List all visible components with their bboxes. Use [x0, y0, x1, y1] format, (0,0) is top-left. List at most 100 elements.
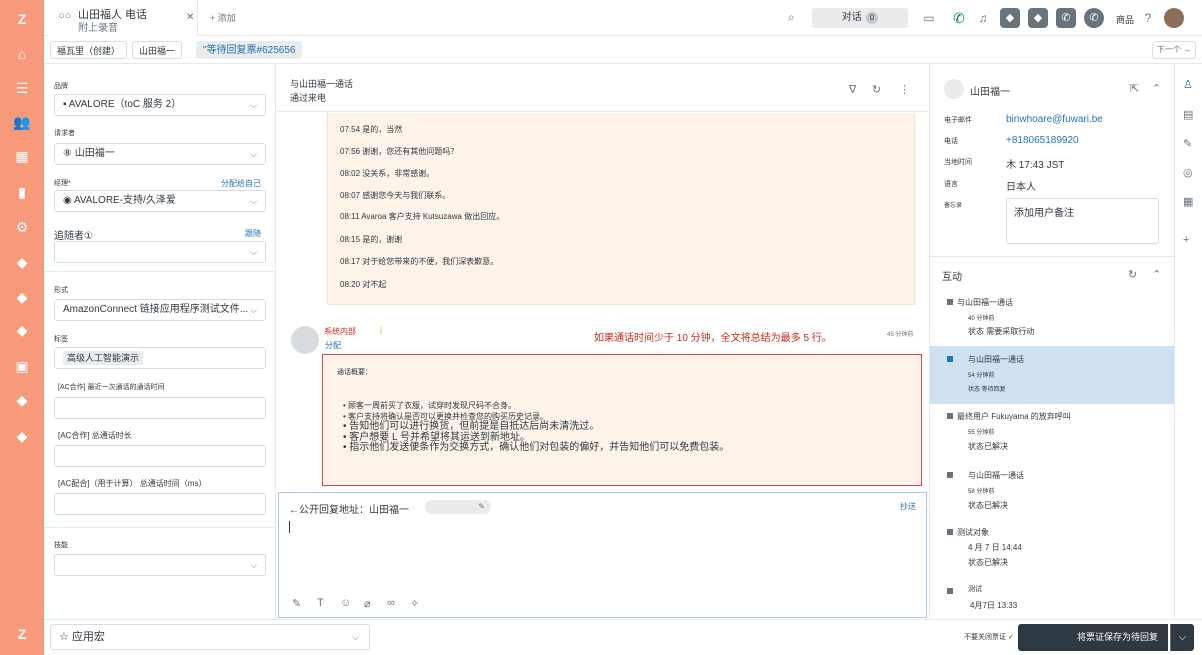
- breadcrumb-org[interactable]: 福瓦里（创建）: [50, 41, 128, 59]
- app-cube-icon[interactable]: ◆: [1000, 8, 1020, 28]
- link-icon[interactable]: ∞: [387, 597, 395, 609]
- chevron-up-icon[interactable]: ⌃: [1152, 82, 1161, 95]
- search-icon[interactable]: ⌕: [788, 10, 795, 25]
- chat-bubble-icon[interactable]: ◎: [1183, 166, 1193, 179]
- views-icon[interactable]: ☰: [13, 79, 31, 97]
- email-value[interactable]: binwhoare@fuwari.be: [1006, 114, 1103, 125]
- app-cube-icon[interactable]: ◆: [13, 427, 31, 445]
- phone-call-icon[interactable]: ✆: [950, 9, 968, 27]
- close-icon[interactable]: ✕: [186, 12, 194, 23]
- user-name[interactable]: 山田福一: [970, 83, 1010, 98]
- avatar: [291, 326, 319, 354]
- last-call-input[interactable]: [54, 397, 266, 419]
- breadcrumb-ticket[interactable]: "等待回复票#625656: [196, 41, 303, 59]
- user-avatar[interactable]: [1164, 8, 1184, 28]
- pin-icon[interactable]: ✎: [1183, 137, 1192, 150]
- notifications-bell-icon[interactable]: ♫: [974, 9, 992, 27]
- assignee-value: AVALORE-支持/久泽爱: [73, 195, 176, 206]
- submit-options-chevron-icon[interactable]: ⌵: [1170, 624, 1194, 651]
- interaction-item[interactable]: 与山田福一通话 58 分钟前 状态已解决: [930, 462, 1175, 520]
- reply-editor[interactable]: ←公开回复地址：山田福一 ✎ 抄送 ✎ T ☺ ⌀ ∞ ✧: [278, 492, 927, 618]
- phone-value[interactable]: +818065189920: [1006, 135, 1079, 146]
- chat-icon[interactable]: ▭: [920, 9, 938, 27]
- interaction-title: 测试对象: [957, 528, 989, 537]
- transcript-line: 08:15 是的，谢谢: [340, 235, 403, 244]
- assign-self-link[interactable]: 分配给自己: [221, 178, 261, 189]
- app-cube-icon[interactable]: ◆: [13, 288, 31, 306]
- breadcrumb: 福瓦里（创建） 山田福一 "等待回复票#625656 下一个 →: [44, 36, 1202, 64]
- admin-gear-icon[interactable]: ⚙: [13, 218, 31, 236]
- interaction-item[interactable]: 测试对象 4 月 7 日 14:44 状态已解决: [930, 520, 1175, 578]
- interaction-item[interactable]: 测试 4月7日 13:33: [930, 578, 1175, 619]
- zendesk-logo-icon[interactable]: Z: [13, 10, 31, 28]
- user-notes-field[interactable]: 添加用户备注: [1006, 198, 1159, 244]
- form-value: AmazonConnect 链接应用程序测试文件...: [63, 304, 249, 315]
- help-icon[interactable]: ?: [1139, 9, 1157, 27]
- history-icon[interactable]: ↻: [872, 83, 881, 96]
- chevron-up-icon[interactable]: ⌃: [1152, 268, 1161, 281]
- app-cube-icon[interactable]: ▣: [13, 357, 31, 375]
- chevron-down-icon: ⌵: [352, 632, 359, 642]
- total-call-input[interactable]: [54, 445, 266, 467]
- phone-app-icon[interactable]: ✆: [1056, 8, 1076, 28]
- conversations-button[interactable]: 对话 0: [812, 8, 908, 28]
- breadcrumb-requester[interactable]: 山田福一: [132, 41, 183, 59]
- knowledge-icon[interactable]: ▤: [1183, 108, 1193, 121]
- products-menu[interactable]: 商品: [1116, 13, 1134, 26]
- user-icon[interactable]: ♙: [1183, 78, 1193, 91]
- language-value: 日本人: [1006, 182, 1036, 193]
- next-button[interactable]: 下一个 →: [1152, 41, 1196, 59]
- interaction-item[interactable]: 最终用户 Fukuyama 的放弃呼叫 55 分钟前 状态已解决: [930, 404, 1175, 462]
- emoji-icon[interactable]: ☺: [340, 597, 351, 609]
- skills-select[interactable]: ⌵: [54, 554, 266, 576]
- organizations-icon[interactable]: ▦: [13, 147, 31, 165]
- open-external-icon[interactable]: ⇱: [1130, 82, 1139, 95]
- filter-icon[interactable]: ∇: [849, 83, 856, 96]
- call-app-icon[interactable]: ✆: [1084, 8, 1104, 28]
- transcript-line: 08:02 没关系，非常感谢。: [340, 169, 435, 178]
- conversation-subtitle: 通过来电: [290, 93, 327, 103]
- form-select[interactable]: AmazonConnect 链接应用程序测试文件... ⌵: [54, 299, 266, 321]
- requester-select[interactable]: ⑧ 山田福一 ⌵: [54, 143, 266, 165]
- assignee-select[interactable]: ◉ AVALORE-支持/久泽爱 ⌵: [54, 190, 266, 212]
- apply-macro-select[interactable]: ☆ 应用宏 ⌵: [50, 624, 370, 650]
- edit-recipient-icon[interactable]: ✎: [425, 500, 491, 514]
- ticket-tab[interactable]: ○○ 山田福人 电话 附上录音 ✕: [48, 0, 198, 36]
- reply-recipient[interactable]: ←公开回复地址：山田福一: [289, 501, 409, 516]
- brand-select[interactable]: ▪ AVALORE（toC 服务 2） ⌵: [54, 94, 266, 116]
- customers-icon[interactable]: 👥: [13, 113, 31, 131]
- apps-grid-icon[interactable]: ▦: [1183, 195, 1193, 208]
- follow-link[interactable]: 跟随: [245, 228, 261, 239]
- conversation-header: 与山田福一通话 通过来电 ∇ ↻ ⋮: [277, 64, 928, 112]
- localtime-label: 当地时间: [944, 159, 972, 166]
- submit-button[interactable]: 将票证保存为待回复: [1018, 624, 1168, 651]
- compose-icon[interactable]: ✎: [292, 597, 301, 610]
- reporting-icon[interactable]: ▮: [13, 183, 31, 201]
- refresh-icon[interactable]: ↻: [1128, 268, 1137, 281]
- close-tab-toggle[interactable]: 不要关闭票证 ✓: [964, 632, 1014, 642]
- app-cube-icon[interactable]: ◆: [1028, 8, 1048, 28]
- add-icon[interactable]: +: [1183, 234, 1189, 246]
- interaction-item[interactable]: 与山田福一通话 40 分钟前 状态 需要采取行动: [930, 290, 1175, 346]
- tags-field[interactable]: 高级人工智能演示: [54, 347, 266, 369]
- more-options-icon[interactable]: ⋮: [899, 83, 910, 96]
- text-format-icon[interactable]: T: [317, 597, 324, 609]
- tag-chip[interactable]: 高级人工智能演示: [63, 351, 144, 365]
- attachment-icon[interactable]: ⌀: [364, 597, 371, 610]
- followers-select[interactable]: ⌵: [54, 241, 266, 263]
- note-assign-link[interactable]: 分配: [325, 340, 341, 351]
- home-icon[interactable]: ⌂: [13, 45, 31, 63]
- interaction-time: 4 月 7 日 14:44: [968, 543, 1022, 552]
- interaction-item[interactable]: 与山田福一通话 54 分钟前 状态 等待回复: [930, 346, 1175, 404]
- app-cube-icon[interactable]: ◆: [13, 321, 31, 339]
- magic-wand-icon[interactable]: ✧: [410, 597, 419, 610]
- interaction-status: 状态 需要采取行动: [968, 327, 1035, 336]
- total-call-ms-input[interactable]: [54, 493, 266, 515]
- zendesk-product-icon[interactable]: Z: [13, 625, 31, 643]
- app-cube-icon[interactable]: ◆: [13, 391, 31, 409]
- interactions-title: 互动: [942, 272, 962, 283]
- add-tab-button[interactable]: + 添加: [210, 11, 236, 24]
- cc-link[interactable]: 抄送: [900, 501, 916, 512]
- app-cube-icon[interactable]: ◆: [13, 253, 31, 271]
- notes-placeholder: 添加用户备注: [1014, 208, 1074, 219]
